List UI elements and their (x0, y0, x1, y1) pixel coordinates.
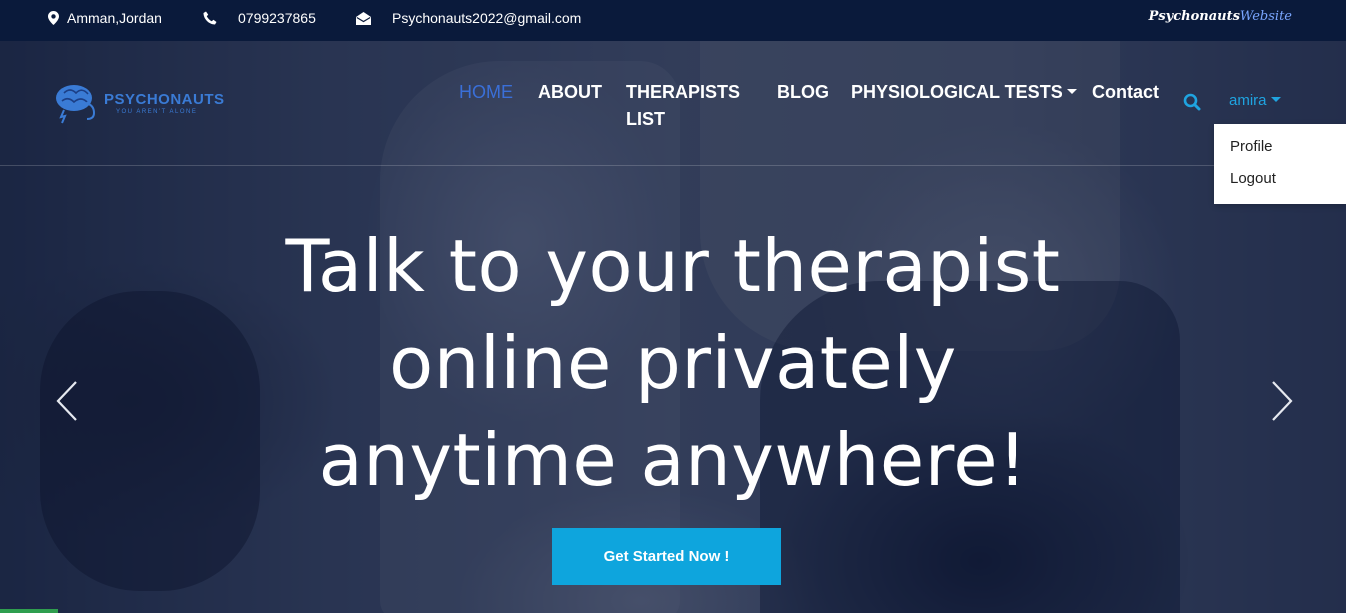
nav-physiological-tests-label: PHYSIOLOGICAL TESTS (851, 82, 1063, 102)
brand-script-logo: PsychonautsWebsite (1149, 9, 1292, 24)
nav-blog[interactable]: BLOG (777, 79, 829, 106)
nav-about[interactable]: ABOUT (538, 79, 602, 106)
location-pin-icon (48, 11, 59, 25)
site-logo[interactable]: PSYCHONAUTS YOU AREN'T ALONE (54, 81, 225, 125)
bottom-green-accent (0, 609, 58, 613)
brand-script-part1: Psychonauts (1148, 9, 1240, 24)
phone-text[interactable]: 0799237865 (238, 10, 316, 26)
caret-down-icon (1270, 96, 1281, 102)
brand-script-part2: Website (1239, 9, 1292, 24)
caret-down-icon (1066, 88, 1077, 94)
nav-therapists-list[interactable]: THERAPISTS LIST (626, 79, 756, 133)
get-started-button[interactable]: Get Started Now ! (552, 528, 781, 585)
dropdown-item-profile[interactable]: Profile (1230, 138, 1273, 155)
logo-name: PSYCHONAUTS (104, 91, 225, 108)
carousel-prev-arrow-icon[interactable] (55, 380, 79, 422)
logo-tagline: YOU AREN'T ALONE (116, 109, 198, 115)
hero-headline-line: online privately (389, 321, 957, 405)
hero-headline-line: anytime anywhere! (318, 418, 1028, 502)
hero-headline-line: Talk to your therapist (285, 224, 1061, 308)
location-text: Amman,Jordan (67, 10, 162, 26)
user-menu-toggle[interactable]: amira (1229, 92, 1281, 109)
search-icon[interactable] (1183, 93, 1201, 111)
nav-contact[interactable]: Contact (1092, 79, 1159, 106)
top-info-bar: Amman,Jordan 0799237865 Psychonauts2022@… (0, 0, 1346, 41)
envelope-icon (356, 11, 371, 25)
phone-icon (203, 11, 217, 25)
location-info: Amman,Jordan (48, 0, 162, 36)
email-text[interactable]: Psychonauts2022@gmail.com (392, 10, 581, 26)
nav-physiological-tests[interactable]: PHYSIOLOGICAL TESTS (851, 79, 1077, 106)
phone-info: 0799237865 (203, 0, 316, 36)
user-name: amira (1229, 92, 1267, 109)
hero-headline: Talk to your therapist online privately … (0, 218, 1346, 509)
carousel-next-arrow-icon[interactable] (1270, 380, 1294, 422)
email-info: Psychonauts2022@gmail.com (356, 0, 581, 36)
nav-home[interactable]: HOME (459, 79, 513, 106)
user-dropdown-menu: Profile Logout (1214, 124, 1346, 204)
main-navbar: PSYCHONAUTS YOU AREN'T ALONE HOME ABOUT … (0, 41, 1346, 166)
dropdown-item-logout[interactable]: Logout (1230, 170, 1276, 187)
logo-text: PSYCHONAUTS YOU AREN'T ALONE (104, 91, 225, 115)
brain-logo-icon (56, 85, 96, 124)
